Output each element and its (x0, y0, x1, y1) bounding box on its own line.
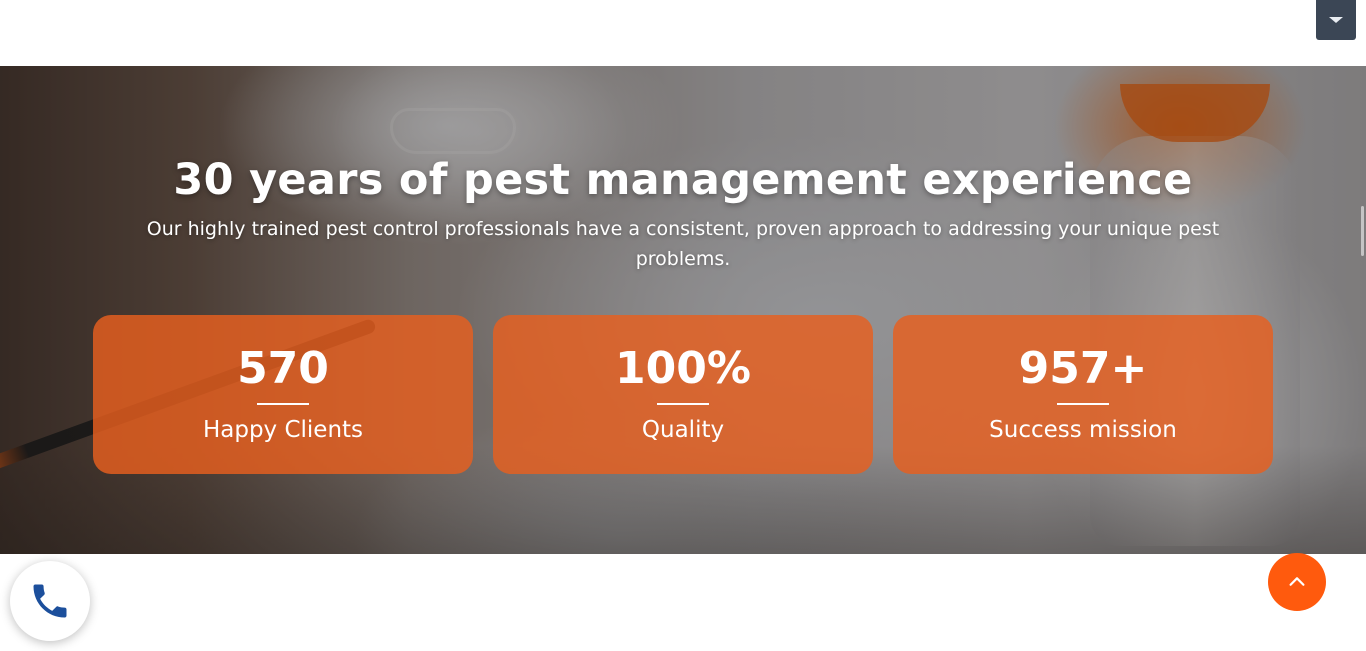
page: 30 years of pest management experience O… (0, 0, 1366, 651)
stat-value: 957+ (1018, 343, 1148, 394)
chevron-up-icon (1289, 577, 1305, 586)
stat-label: Success mission (989, 417, 1177, 443)
stat-value: 570 (237, 343, 329, 394)
stat-value: 100% (615, 343, 751, 394)
chevron-down-icon (1329, 17, 1343, 23)
stat-card-happy-clients: 570 Happy Clients (93, 315, 473, 474)
stat-divider (1057, 403, 1109, 405)
stat-label: Quality (641, 417, 725, 443)
back-to-top-button[interactable] (1268, 553, 1326, 611)
top-header-bar (0, 0, 1366, 66)
scrollbar-thumb[interactable] (1361, 206, 1364, 256)
stat-label: Happy Clients (202, 417, 364, 443)
phone-icon (33, 584, 67, 618)
call-button[interactable] (10, 561, 90, 641)
stat-card-quality: 100% Quality (493, 315, 873, 474)
hero-overlay (0, 66, 1366, 554)
stat-card-success-mission: 957+ Success mission (893, 315, 1273, 474)
stat-divider (257, 403, 309, 405)
menu-dropdown-toggle[interactable] (1316, 0, 1356, 40)
stat-divider (657, 403, 709, 405)
experience-hero-section: 30 years of pest management experience O… (0, 66, 1366, 554)
hero-subtitle: Our highly trained pest control professi… (146, 218, 1220, 270)
hero-title: 30 years of pest management experience (173, 155, 1193, 205)
